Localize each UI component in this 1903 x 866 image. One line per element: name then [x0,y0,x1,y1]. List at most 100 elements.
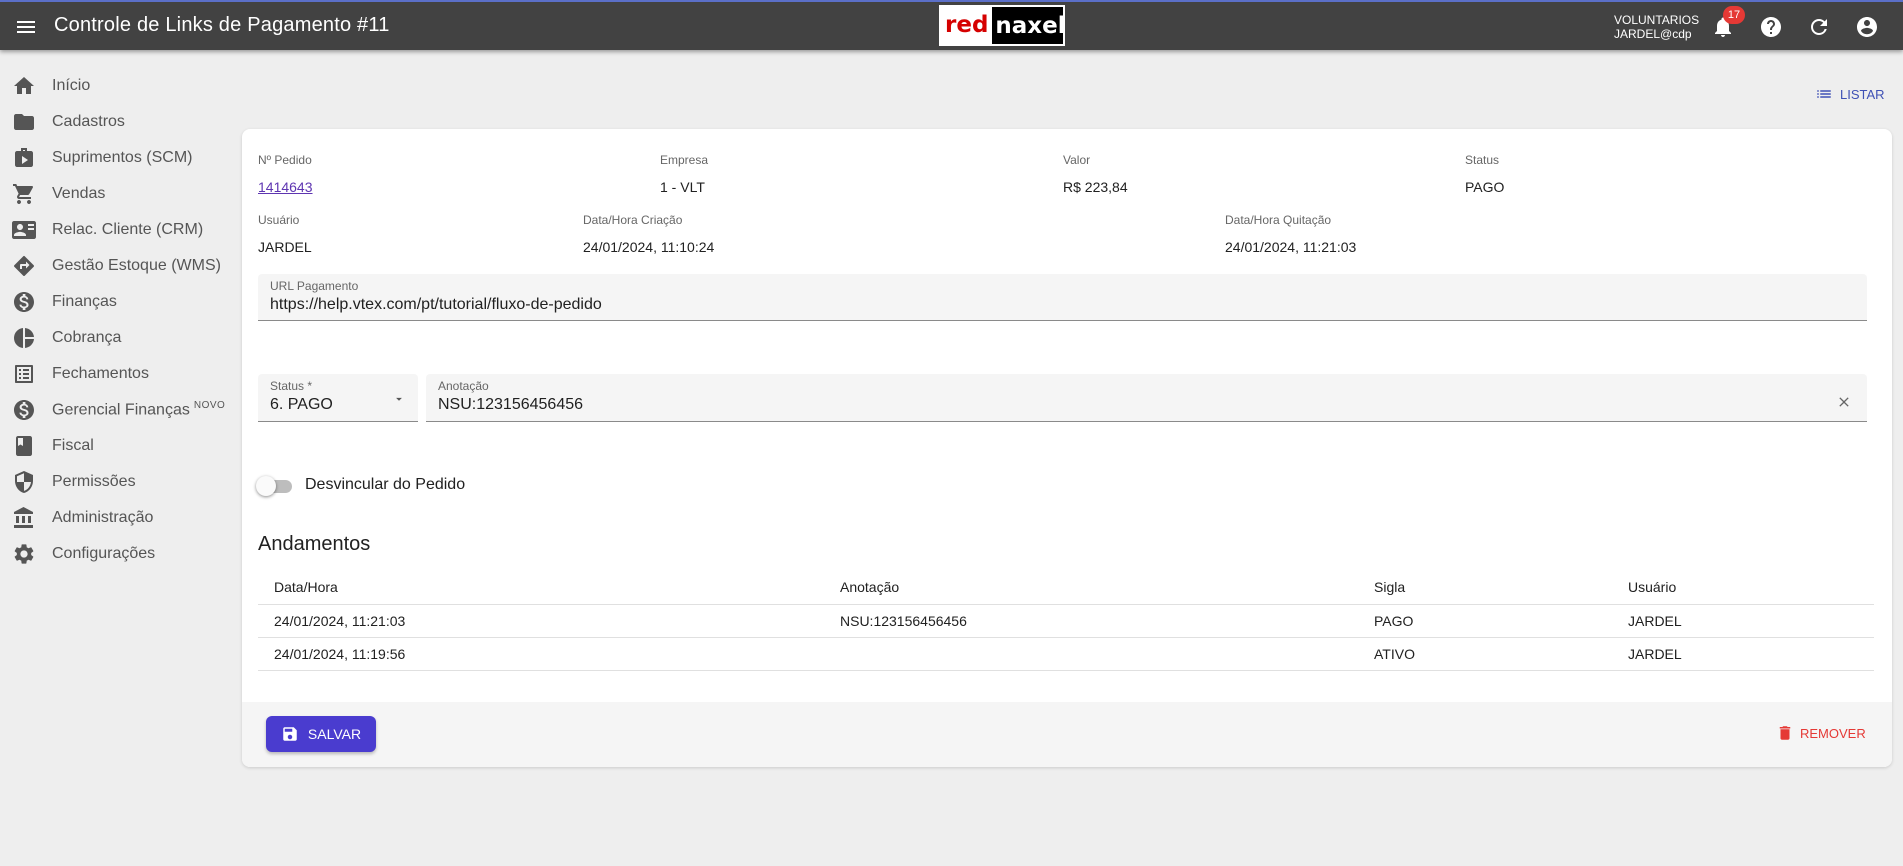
account-circle-icon[interactable] [1855,15,1879,39]
status-label: Status [1465,153,1500,167]
cell-data-hora: 24/01/2024, 11:21:03 [258,604,824,638]
sidebar-item-label: Cadastros [52,113,125,130]
cell-sigla: PAGO [1358,604,1612,638]
sidebar-item-cobranca[interactable]: Cobrança [0,320,235,356]
sidebar-item-label: Gerencial Finanças NOVO [52,400,225,419]
save-label: SALVAR [307,726,362,742]
dollar-circle-icon [14,292,34,312]
status-select-value: 6. PAGO [270,396,333,413]
cell-anotacao [824,637,1358,671]
col-data-hora[interactable]: Data/Hora [258,570,824,605]
user-info: VOLUNTARIOS JARDEL@cdp [1614,13,1699,41]
col-usuario[interactable]: Usuário [1612,570,1874,605]
sidebar-item-label: Fiscal [52,437,94,454]
table-header-row: Data/Hora Anotação Sigla Usuário [258,570,1874,605]
card-footer: SALVAR REMOVER [242,702,1892,767]
pedido-label: Nº Pedido [258,153,312,167]
sidebar-item-permissoes[interactable]: Permissões [0,464,235,500]
book-icon [16,436,32,456]
sidebar-item-suprimentos[interactable]: Suprimentos (SCM) [0,140,235,176]
help-icon[interactable] [1759,15,1783,39]
quitacao-label: Data/Hora Quitação [1225,213,1332,227]
listar-button[interactable]: LISTAR [1815,85,1885,103]
page-title: Controle de Links de Pagamento #11 [54,14,390,36]
home-icon [14,77,34,94]
cell-usuario: JARDEL [1612,604,1874,638]
url-field-label: URL Pagamento [270,279,359,293]
sidebar-item-financas[interactable]: Finanças [0,284,235,320]
sidebar-item-fechamentos[interactable]: Fechamentos [0,356,235,392]
col-sigla[interactable]: Sigla [1358,570,1612,605]
list-icon [1817,90,1831,98]
table-row: 24/01/2024, 11:19:56 ATIVO JARDEL [258,637,1874,671]
user-name: JARDEL@cdp [1614,27,1692,41]
sidebar-item-label: Relac. Cliente (CRM) [52,221,204,238]
col-anotacao[interactable]: Anotação [824,570,1358,605]
suitcase-icon [15,148,33,167]
top-app-bar: Controle de Links de Pagamento #11 red n… [0,0,1903,50]
pedido-link[interactable]: 1414643 [258,179,313,195]
anotacao-field[interactable]: Anotação NSU:123156456456 [426,374,1867,422]
status-select[interactable]: Status * 6. PAGO [258,374,418,422]
sidebar-item-crm[interactable]: Relac. Cliente (CRM) [0,212,235,248]
pie-chart-icon [14,328,34,348]
main-card: Nº Pedido 1414643 Empresa 1 - VLT Valor … [242,129,1892,767]
sidebar-item-fiscal[interactable]: Fiscal [0,428,235,464]
sidebar-item-label: Administração [52,509,154,526]
sidebar-item-wms[interactable]: Gestão Estoque (WMS) [0,248,235,284]
refresh-icon[interactable] [1807,15,1831,39]
andamentos-table: Data/Hora Anotação Sigla Usuário 24/01/2… [258,570,1874,671]
toggle-knob [256,476,276,496]
url-pagamento-field[interactable]: URL Pagamento https://help.vtex.com/pt/t… [258,274,1867,321]
desvincular-toggle[interactable] [256,476,292,496]
remove-button[interactable]: REMOVER [1776,724,1866,742]
listar-label: LISTAR [1840,86,1885,102]
remove-label: REMOVER [1800,725,1866,741]
cell-sigla: ATIVO [1358,637,1612,671]
sidebar-item-label: Cobrança [52,329,122,346]
folder-icon [14,114,34,130]
sidebar-item-cadastros[interactable]: Cadastros [0,104,235,140]
cart-icon [13,184,34,204]
desvincular-label: Desvincular do Pedido [305,476,466,493]
sidebar-item-label: Início [52,77,91,94]
empresa-value: 1 - VLT [660,179,705,195]
list-alt-icon [15,365,33,383]
status-select-label: Status * [270,379,313,393]
sidebar-item-label: Vendas [52,185,106,202]
sidebar-item-text: Gerencial Finanças [52,401,190,419]
sidebar-item-administracao[interactable]: Administração [0,500,235,536]
empresa-label: Empresa [660,153,709,167]
sidebar-item-label: Configurações [52,545,156,562]
sidebar-item-label: Gestão Estoque (WMS) [52,257,221,274]
sidebar-item-inicio[interactable]: Início [0,68,235,104]
sidebar-item-label: Suprimentos (SCM) [52,149,193,166]
sidebar-nav: Início Cadastros Suprimentos (SCM) Venda… [0,68,235,572]
hamburger-menu-icon[interactable] [14,15,38,39]
sidebar-item-label: Finanças [52,293,117,310]
sidebar-item-configuracoes[interactable]: Configurações [0,536,235,572]
cell-data-hora: 24/01/2024, 11:19:56 [258,637,824,671]
rednaxel-logo[interactable]: red naxel [939,5,1066,46]
sidebar-item-gerencial-financas[interactable]: Gerencial Finanças NOVO [0,392,235,428]
trash-icon [1779,726,1791,740]
gear-icon [14,544,34,564]
andamentos-title: Andamentos [258,533,371,555]
url-field-value: https://help.vtex.com/pt/tutorial/fluxo-… [270,296,602,313]
new-badge: NOVO [193,400,226,412]
cell-usuario: JARDEL [1612,637,1874,671]
sidebar-item-vendas[interactable]: Vendas [0,176,235,212]
clear-icon[interactable] [1836,394,1852,410]
sidebar-item-label: Fechamentos [52,365,149,382]
save-button[interactable]: SALVAR [266,716,376,752]
usuario-value: JARDEL [258,239,312,255]
user-org: VOLUNTARIOS [1614,13,1700,27]
status-value: PAGO [1465,179,1505,195]
usuario-label: Usuário [258,213,300,227]
anotacao-field-value: NSU:123156456456 [438,396,584,413]
quitacao-value: 24/01/2024, 11:21:03 [1225,239,1357,255]
dropdown-arrow-icon [396,397,402,401]
logo-red-text: red [941,7,993,44]
anotacao-field-label: Anotação [438,379,489,393]
valor-label: Valor [1063,153,1091,167]
